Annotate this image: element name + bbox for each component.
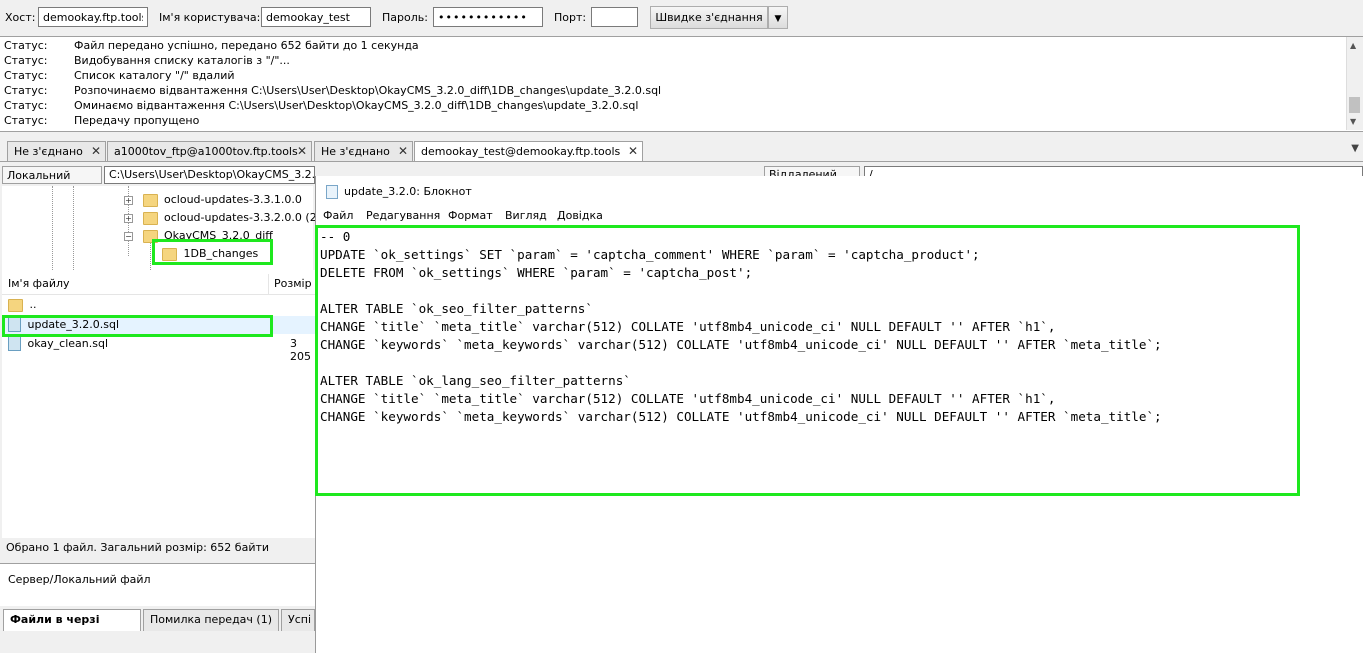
notepad-icon — [326, 185, 338, 199]
file-list-header: Ім'я файлу Розмір — [2, 274, 315, 295]
local-site-label: Локальний сайт: — [2, 166, 102, 200]
local-path-input[interactable]: C:\Users\User\Desktop\OkayCMS_3.2.0_diff… — [104, 166, 315, 184]
tree-item-label: ocloud-updates-3.3.2.0.0 (22) — [164, 211, 329, 224]
password-label: Пароль: — [382, 11, 428, 24]
notepad-menubar: Файл Редагування Формат Вигляд Довідка — [316, 206, 1363, 226]
list-item[interactable]: okay_clean.sql — [8, 336, 108, 351]
log-status-key: Статус: — [4, 114, 48, 127]
tabs-chevron-down-icon[interactable]: ▼ — [1351, 143, 1359, 154]
collapse-icon[interactable]: − — [124, 231, 133, 241]
log-message: Файл передано успішно, передано 652 байт… — [74, 39, 419, 52]
close-icon[interactable]: ✕ — [297, 142, 307, 161]
tree-item-label: ocloud-updates-3.3.1.0.0 — [164, 193, 302, 206]
tab-queued-files[interactable]: Файли в черзі — [3, 609, 141, 631]
tab-label: a1000tov_ftp@a1000tov.ftp.tools — [114, 145, 298, 158]
chevron-down-icon: ▼ — [774, 14, 782, 24]
local-site-panel: Локальний сайт: C:\Users\User\Desktop\Ok… — [0, 162, 328, 653]
scroll-thumb[interactable] — [1349, 97, 1360, 113]
sql-file-icon — [8, 336, 21, 351]
log-status-key: Статус: — [4, 39, 48, 52]
tree-item[interactable]: + ocloud-updates-3.3.2.0.0 (22) — [124, 211, 328, 225]
file-name: okay_clean.sql — [27, 336, 109, 350]
expand-icon[interactable]: + — [124, 213, 133, 223]
list-item[interactable]: .. — [8, 298, 37, 312]
port-input[interactable] — [591, 7, 638, 27]
tab-demookay[interactable]: demookay_test@demookay.ftp.tools ✕ — [414, 141, 643, 161]
tab-a1000tov[interactable]: a1000tov_ftp@a1000tov.ftp.tools ✕ — [107, 141, 312, 161]
username-input[interactable] — [261, 7, 371, 27]
log-message: Видобування списку каталогів з "/"... — [74, 54, 290, 67]
quickconnect-button[interactable]: Швидке з'єднання — [650, 6, 768, 29]
log-status-key: Статус: — [4, 69, 48, 82]
notepad-titlebar[interactable]: update_3.2.0: Блокнот — [316, 176, 1363, 206]
host-label: Хост: — [5, 11, 36, 24]
log-status-key: Статус: — [4, 84, 48, 97]
log-message: Оминаємо відвантаження C:\Users\User\Des… — [74, 99, 639, 112]
close-icon[interactable]: ✕ — [398, 142, 408, 161]
password-input[interactable] — [433, 7, 543, 27]
highlight-sql-content — [315, 225, 1300, 496]
file-name: .. — [29, 298, 37, 311]
message-log[interactable]: Статус: Файл передано успішно, передано 6… — [0, 36, 1363, 132]
menu-edit[interactable]: Редагування — [366, 209, 440, 222]
tab-label: demookay_test@demookay.ftp.tools — [421, 145, 621, 158]
log-status-key: Статус: — [4, 99, 48, 112]
menu-file[interactable]: Файл — [323, 209, 353, 222]
menu-format[interactable]: Формат — [448, 209, 493, 222]
tab-not-connected-1[interactable]: Не з'єднано ✕ — [7, 141, 106, 161]
window-title: update_3.2.0: Блокнот — [344, 185, 472, 198]
scroll-up-icon[interactable]: ▲ — [1350, 41, 1356, 50]
folder-icon — [142, 193, 158, 207]
tab-failed-transfers[interactable]: Помилка передач (1) — [143, 609, 279, 631]
log-status-key: Статус: — [4, 54, 48, 67]
username-label: Ім'я користувача: — [159, 11, 261, 24]
connection-tabs: Не з'єднано ✕ a1000tov_ftp@a1000tov.ftp.t… — [0, 140, 1363, 162]
tab-not-connected-2[interactable]: Не з'єднано ✕ — [314, 141, 413, 161]
log-message: Передачу пропущено — [74, 114, 200, 127]
local-file-list[interactable]: Ім'я файлу Розмір .. update_3.2.0.sql ok… — [2, 270, 315, 538]
column-filename[interactable]: Ім'я файлу — [8, 277, 70, 290]
menu-help[interactable]: Довідка — [557, 209, 603, 222]
highlight-file — [2, 315, 273, 337]
tab-label: Не з'єднано — [321, 145, 390, 158]
log-message: Розпочинаємо відвантаження C:\Users\User… — [74, 84, 662, 97]
queue-column-header: Сервер/Локальний файл — [8, 573, 151, 586]
log-scrollbar[interactable]: ▲ ▼ — [1346, 37, 1363, 130]
menu-view[interactable]: Вигляд — [505, 209, 547, 222]
column-size[interactable]: Розмір — [274, 277, 312, 290]
log-message: Список каталогу "/" вдалий — [74, 69, 235, 82]
folder-icon — [142, 211, 158, 225]
tree-item[interactable]: + ocloud-updates-3.3.1.0.0 — [124, 193, 302, 207]
file-size: 3 205 — [290, 337, 311, 363]
folder-icon — [8, 298, 23, 312]
transfer-queue[interactable]: Сервер/Локальний файл — [0, 563, 315, 606]
tab-successful-transfers[interactable]: Успі — [281, 609, 315, 631]
highlight-folder — [152, 239, 273, 265]
queue-tabs: Файли в черзі Помилка передач (1) Успі — [0, 608, 315, 632]
expand-icon[interactable]: + — [124, 195, 133, 205]
host-input[interactable] — [38, 7, 148, 27]
close-icon[interactable]: ✕ — [628, 142, 638, 161]
close-icon[interactable]: ✕ — [91, 142, 101, 161]
port-label: Порт: — [554, 11, 587, 24]
local-status-bar: Обрано 1 файл. Загальний розмір: 652 бай… — [6, 541, 270, 554]
scroll-down-icon[interactable]: ▼ — [1350, 117, 1356, 126]
tab-label: Не з'єднано — [14, 145, 83, 158]
quickconnect-dropdown-button[interactable]: ▼ — [768, 6, 788, 29]
